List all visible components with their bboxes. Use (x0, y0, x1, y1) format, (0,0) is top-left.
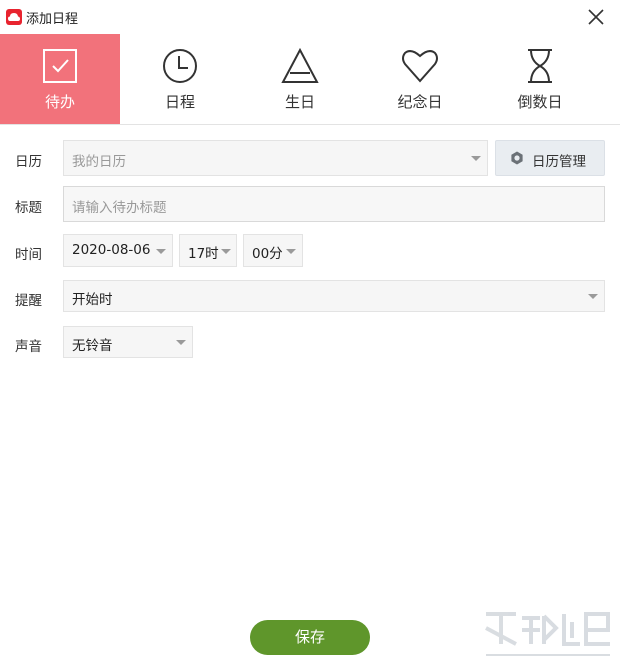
sound-label: 声音 (15, 339, 42, 355)
chevron-down-icon (286, 249, 296, 254)
chevron-down-icon (471, 156, 481, 161)
chevron-down-icon (588, 294, 598, 299)
calendar-manage-label: 日历管理 (532, 154, 586, 170)
app-logo-icon (6, 9, 22, 25)
calendar-select[interactable]: 我的日历 (63, 140, 488, 176)
hourglass-icon (528, 49, 552, 83)
date-value: 2020-08-06 (72, 242, 151, 258)
tab-countdown[interactable]: 倒数日 (480, 34, 600, 124)
calendar-value: 我的日历 (72, 154, 126, 170)
tab-label: 日程 (164, 93, 195, 111)
tab-label: 纪念日 (397, 93, 443, 111)
tab-label: 生日 (284, 93, 315, 111)
tab-anniversary[interactable]: 纪念日 (360, 34, 480, 124)
chevron-down-icon (156, 249, 166, 254)
title-placeholder: 请输入待办标题 (72, 200, 167, 216)
heart-icon (402, 50, 438, 83)
clock-icon (163, 49, 197, 83)
tab-label: 待办 (44, 93, 75, 111)
settings-icon (511, 151, 523, 165)
reminder-label: 提醒 (15, 293, 42, 309)
hour-value: 17时 (188, 246, 219, 262)
minute-value: 00分 (252, 246, 283, 262)
watermark-logo (485, 612, 610, 656)
close-button[interactable] (582, 4, 610, 30)
hour-select[interactable]: 17时 (179, 234, 237, 267)
checkbox-icon (43, 49, 77, 83)
chevron-down-icon (221, 249, 231, 254)
sound-select[interactable]: 无铃音 (63, 326, 193, 358)
window-title: 添加日程 (26, 12, 79, 27)
calendar-label: 日历 (15, 154, 42, 170)
title-label: 标题 (15, 200, 42, 216)
tab-todo[interactable]: 待办 (0, 34, 120, 124)
chevron-down-icon (176, 340, 186, 345)
title-input[interactable]: 请输入待办标题 (63, 186, 605, 222)
schedule-type-tabs: 待办 日程 生日 纪念日 倒数日 (0, 34, 620, 125)
triangle-icon (281, 47, 319, 83)
reminder-select[interactable]: 开始时 (63, 280, 605, 312)
tab-label: 倒数日 (517, 93, 563, 111)
title-bar: 添加日程 (0, 0, 620, 34)
time-label: 时间 (15, 247, 42, 263)
save-button[interactable]: 保存 (250, 620, 370, 655)
tab-schedule[interactable]: 日程 (120, 34, 240, 124)
date-select[interactable]: 2020-08-06 (63, 234, 173, 267)
sound-value: 无铃音 (72, 338, 113, 354)
close-icon (588, 9, 604, 25)
tab-birthday[interactable]: 生日 (240, 34, 360, 124)
reminder-value: 开始时 (72, 292, 113, 308)
calendar-manage-button[interactable]: 日历管理 (495, 140, 605, 176)
minute-select[interactable]: 00分 (243, 234, 303, 267)
